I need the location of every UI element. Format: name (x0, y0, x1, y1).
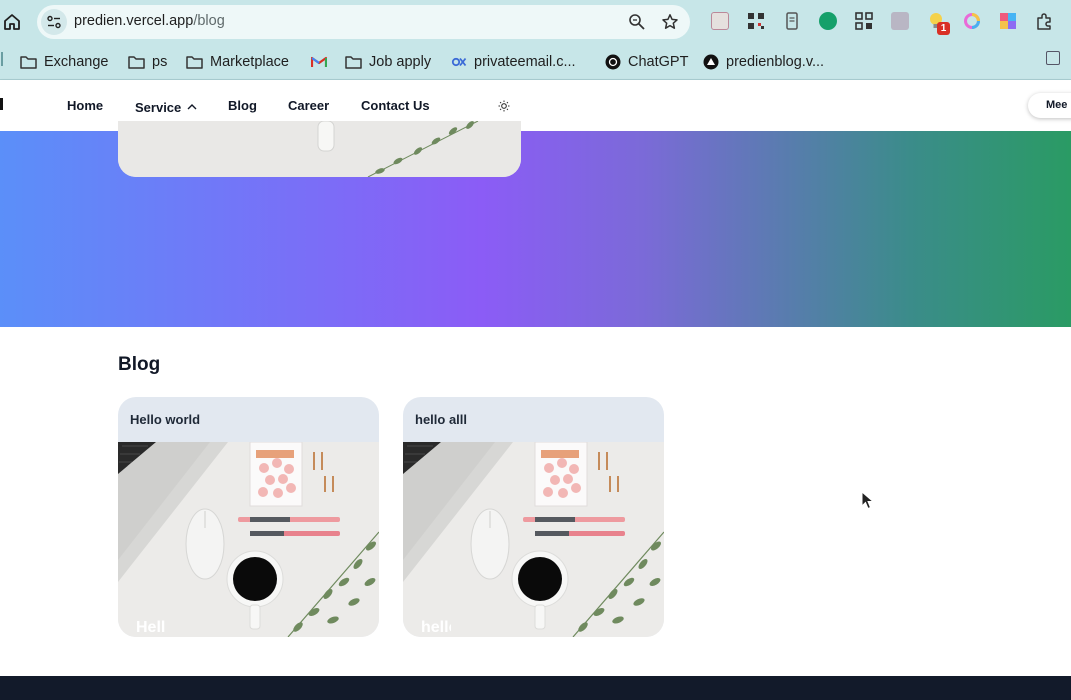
blog-card-overlay-title: hello alll (421, 619, 451, 636)
bookmark-label: predienblog.v... (726, 54, 825, 70)
bookmark-label: ChatGPT (628, 54, 689, 70)
extension-qr-scan-icon[interactable] (855, 12, 873, 30)
blog-card-image[interactable] (118, 441, 379, 637)
site-logo[interactable] (0, 98, 3, 110)
extensions-puzzle-icon[interactable] (1035, 12, 1053, 30)
hero-image (118, 121, 521, 177)
chatgpt-icon (605, 54, 621, 70)
bookmark-chatgpt[interactable]: ChatGPT (605, 51, 688, 73)
extension-colorful-icon[interactable] (999, 12, 1017, 30)
other-bookmarks-icon[interactable] (1046, 51, 1060, 65)
extension-grammarly-icon[interactable] (819, 12, 837, 30)
bookmark-label: Exchange (44, 54, 109, 70)
chevron-up-icon (187, 98, 197, 113)
bookmark-label: Marketplace (210, 54, 289, 70)
blog-card-image[interactable] (403, 441, 664, 637)
extension-qr-icon[interactable] (747, 12, 765, 30)
blog-card-title[interactable]: Hello world (130, 412, 200, 427)
privateemail-icon (451, 57, 467, 67)
nav-contact-us[interactable]: Contact Us (361, 98, 430, 113)
nav-service-label: Service (135, 100, 182, 115)
url-path: /blog (193, 13, 225, 29)
bookmark-star-icon[interactable] (661, 13, 679, 31)
sun-icon[interactable] (498, 99, 510, 112)
site-footer (0, 676, 1071, 700)
mouse-cursor-icon (861, 490, 875, 511)
home-icon[interactable] (2, 12, 22, 32)
meet-button[interactable]: Mee (1028, 93, 1071, 118)
extension-badge: 1 (937, 22, 950, 35)
extension-cast-icon[interactable] (711, 12, 729, 30)
bookmark-exchange[interactable]: Exchange (20, 51, 109, 73)
nav-service[interactable]: Service (135, 98, 197, 115)
folder-icon (128, 55, 145, 69)
extension-doc-icon[interactable] (783, 12, 801, 30)
gmail-icon (311, 56, 327, 68)
address-bar[interactable]: predien.vercel.app/blog (37, 5, 690, 39)
bookmark-privateemail[interactable]: privateemail.c... (451, 51, 576, 73)
blog-card-title[interactable]: hello alll (415, 412, 467, 427)
bookmark-label: Job apply (369, 54, 432, 70)
vercel-icon (703, 54, 719, 70)
bookmark-label: privateemail.c... (474, 54, 576, 70)
bookmarks-bar: Exchange ps Marketplace Job apply privat… (0, 44, 1071, 80)
bookmark-label: ps (152, 54, 168, 70)
bookmark-job-apply[interactable]: Job apply (345, 51, 431, 73)
bookmark-predienblog[interactable]: predienblog.v... (703, 51, 824, 73)
folder-icon (345, 55, 362, 69)
bookmark-marketplace[interactable]: Marketplace (186, 51, 289, 73)
blog-card[interactable]: Hello world Hello world (118, 397, 379, 637)
zoom-icon[interactable] (628, 13, 646, 31)
site-info-icon[interactable] (41, 9, 67, 35)
hero-banner (0, 121, 1071, 327)
nav-career[interactable]: Career (288, 98, 329, 113)
nav-blog[interactable]: Blog (228, 98, 257, 113)
browser-toolbar: predien.vercel.app/blog 1 (0, 0, 1071, 44)
url-domain: predien.vercel.app (74, 13, 194, 29)
bookmark-ps[interactable]: ps (128, 51, 167, 73)
blog-card[interactable]: hello alll hello alll (403, 397, 664, 637)
bookmark-gmail[interactable] (311, 51, 334, 73)
blog-heading: Blog (118, 354, 161, 375)
url-text[interactable]: predien.vercel.app/blog (74, 13, 225, 29)
nav-home[interactable]: Home (67, 98, 103, 113)
folder-icon (20, 55, 37, 69)
extension-ring-icon[interactable] (963, 12, 981, 30)
extension-profile-icon[interactable] (891, 12, 909, 30)
bookmarks-divider (1, 52, 3, 66)
blog-card-overlay-title: Hello world (136, 619, 166, 636)
folder-icon (186, 55, 203, 69)
